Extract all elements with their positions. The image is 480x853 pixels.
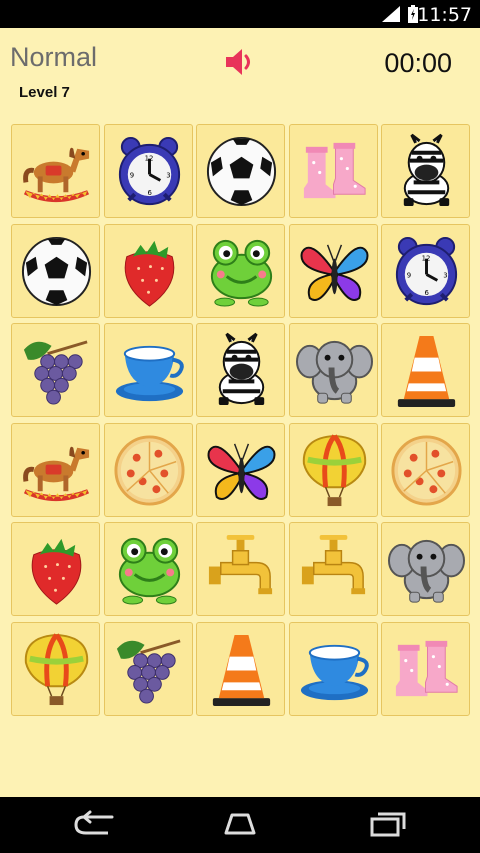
card-strawberry[interactable] [11,522,100,616]
card-strawberry[interactable] [103,223,193,318]
card-pizza[interactable] [103,422,193,517]
card-soccer-ball[interactable] [11,223,100,318]
card-zebra[interactable] [196,323,285,417]
card-water-tap[interactable] [288,522,378,616]
butterfly-icon [300,244,368,301]
card-frog[interactable] [103,522,193,616]
teacup-icon [115,345,184,402]
game-mode-label: Normal [10,42,98,72]
water-tap-icon [208,534,273,595]
card-rocking-horse[interactable] [11,124,100,218]
rocking-horse-icon [23,147,90,203]
home-icon[interactable] [218,809,262,839]
card-teacup[interactable] [103,323,193,417]
hot-air-balloon-icon [24,632,89,705]
svg-text:12: 12 [422,254,431,262]
strawberry-icon [124,240,174,307]
soccer-ball-icon [206,136,277,207]
card-alarm-clock[interactable]: 12 3 6 9 [103,124,193,218]
card-grapes[interactable] [103,621,193,716]
svg-text:3: 3 [443,271,447,279]
signal-icon [382,6,400,22]
hot-air-balloon-icon [302,433,366,506]
card-traffic-cone[interactable] [381,323,470,417]
card-water-tap[interactable] [196,522,285,616]
svg-text:6: 6 [147,189,151,197]
svg-text:6: 6 [425,289,429,297]
frog-icon [210,239,273,307]
card-grapes[interactable] [11,323,100,417]
rain-boots-icon [395,640,458,696]
traffic-cone-icon [397,335,456,408]
status-bar: 11:57 [0,0,480,28]
teacup-icon [300,644,369,700]
water-tap-icon [301,534,365,595]
card-pizza[interactable] [381,422,470,517]
card-rain-boots[interactable] [288,124,378,218]
card-traffic-cone[interactable] [196,621,285,716]
butterfly-icon [207,443,276,500]
elephant-icon [388,539,465,603]
back-icon[interactable] [72,809,116,839]
frog-icon [118,537,180,605]
game-header: Normal Level 7 00:00 [0,28,480,118]
svg-text:12: 12 [144,155,153,163]
recents-icon[interactable] [366,809,410,839]
card-elephant[interactable] [381,522,470,616]
card-butterfly[interactable] [288,223,378,318]
traffic-cone-icon [212,634,271,706]
card-frog[interactable] [196,223,285,318]
grapes-icon [116,638,181,704]
card-zebra[interactable] [381,124,470,218]
alarm-clock-icon: 12 3 6 9 [118,136,180,206]
clock-time: 11:57 [417,4,472,26]
alarm-clock-icon: 12 3 6 9 [395,236,458,305]
pizza-icon [113,434,185,506]
svg-text:9: 9 [129,171,133,179]
card-hot-air-balloon[interactable] [11,621,100,716]
svg-text:9: 9 [407,271,411,279]
svg-text:3: 3 [166,171,170,179]
card-butterfly[interactable] [196,422,285,517]
soccer-ball-icon [21,236,92,306]
card-elephant[interactable] [288,323,378,417]
pizza-icon [391,434,462,506]
card-alarm-clock[interactable]: 12 3 6 9 [381,223,470,318]
elephant-icon [295,340,373,404]
level-label: Level 7 [19,84,70,101]
card-rain-boots[interactable] [381,621,470,716]
rocking-horse-icon [23,446,90,501]
card-hot-air-balloon[interactable] [288,422,378,517]
game-timer: 00:00 [384,48,452,78]
card-teacup[interactable] [288,621,378,716]
zebra-icon [403,133,450,207]
zebra-icon [218,332,265,406]
strawberry-icon [31,538,82,605]
navigation-bar [0,797,480,853]
speaker-icon[interactable] [224,46,258,78]
card-rocking-horse[interactable] [11,422,100,517]
rain-boots-icon [303,142,366,199]
card-soccer-ball[interactable] [196,124,285,218]
grapes-icon [23,340,88,405]
